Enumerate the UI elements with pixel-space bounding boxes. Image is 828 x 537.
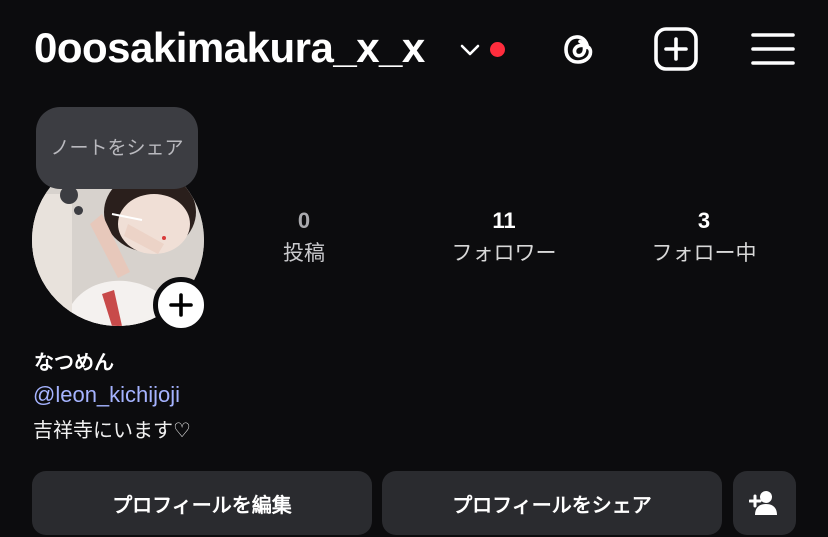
edit-profile-label: プロフィールを編集 — [112, 492, 292, 517]
chevron-down-icon[interactable] — [458, 40, 482, 60]
followers-stat[interactable]: 11 フォロワー — [424, 206, 584, 268]
followers-count: 11 — [492, 208, 516, 233]
notification-dot — [490, 42, 505, 57]
threads-icon[interactable] — [556, 26, 602, 72]
share-profile-button[interactable]: プロフィールをシェア — [382, 471, 722, 535]
add-square-icon[interactable] — [653, 26, 699, 72]
discover-people-button[interactable] — [733, 471, 796, 535]
note-placeholder-text: ノートをシェア — [50, 136, 184, 159]
threads-handle-link[interactable]: @leon_kichijoji — [33, 382, 180, 408]
following-count: 3 — [697, 208, 711, 233]
followers-label: フォロワー — [451, 241, 557, 265]
note-bubble-tail-small — [74, 206, 83, 215]
hamburger-menu-icon[interactable] — [750, 26, 796, 72]
add-story-button[interactable] — [153, 277, 209, 333]
add-person-icon — [748, 491, 777, 515]
share-profile-label: プロフィールをシェア — [452, 492, 652, 517]
posts-stat[interactable]: 0 投稿 — [224, 206, 384, 268]
posts-count: 0 — [297, 208, 311, 233]
account-switcher-username[interactable]: 0oosakimakura_x_x — [34, 24, 425, 72]
note-bubble-tail — [60, 186, 78, 204]
following-label: フォロー中 — [651, 241, 757, 265]
display-name: なつめん — [34, 350, 114, 374]
note-bubble[interactable]: ノートをシェア — [36, 107, 198, 189]
bio-text: 吉祥寺にいます♡ — [33, 418, 191, 442]
edit-profile-button[interactable]: プロフィールを編集 — [32, 471, 372, 535]
following-stat[interactable]: 3 フォロー中 — [624, 206, 784, 268]
profile-header: 0oosakimakura_x_x — [0, 0, 828, 100]
posts-label: 投稿 — [283, 241, 325, 265]
plus-icon — [169, 293, 193, 317]
profile-screen: 0oosakimakura_x_x ノートをシェア 0 投稿 11 フォロワー … — [0, 0, 828, 537]
